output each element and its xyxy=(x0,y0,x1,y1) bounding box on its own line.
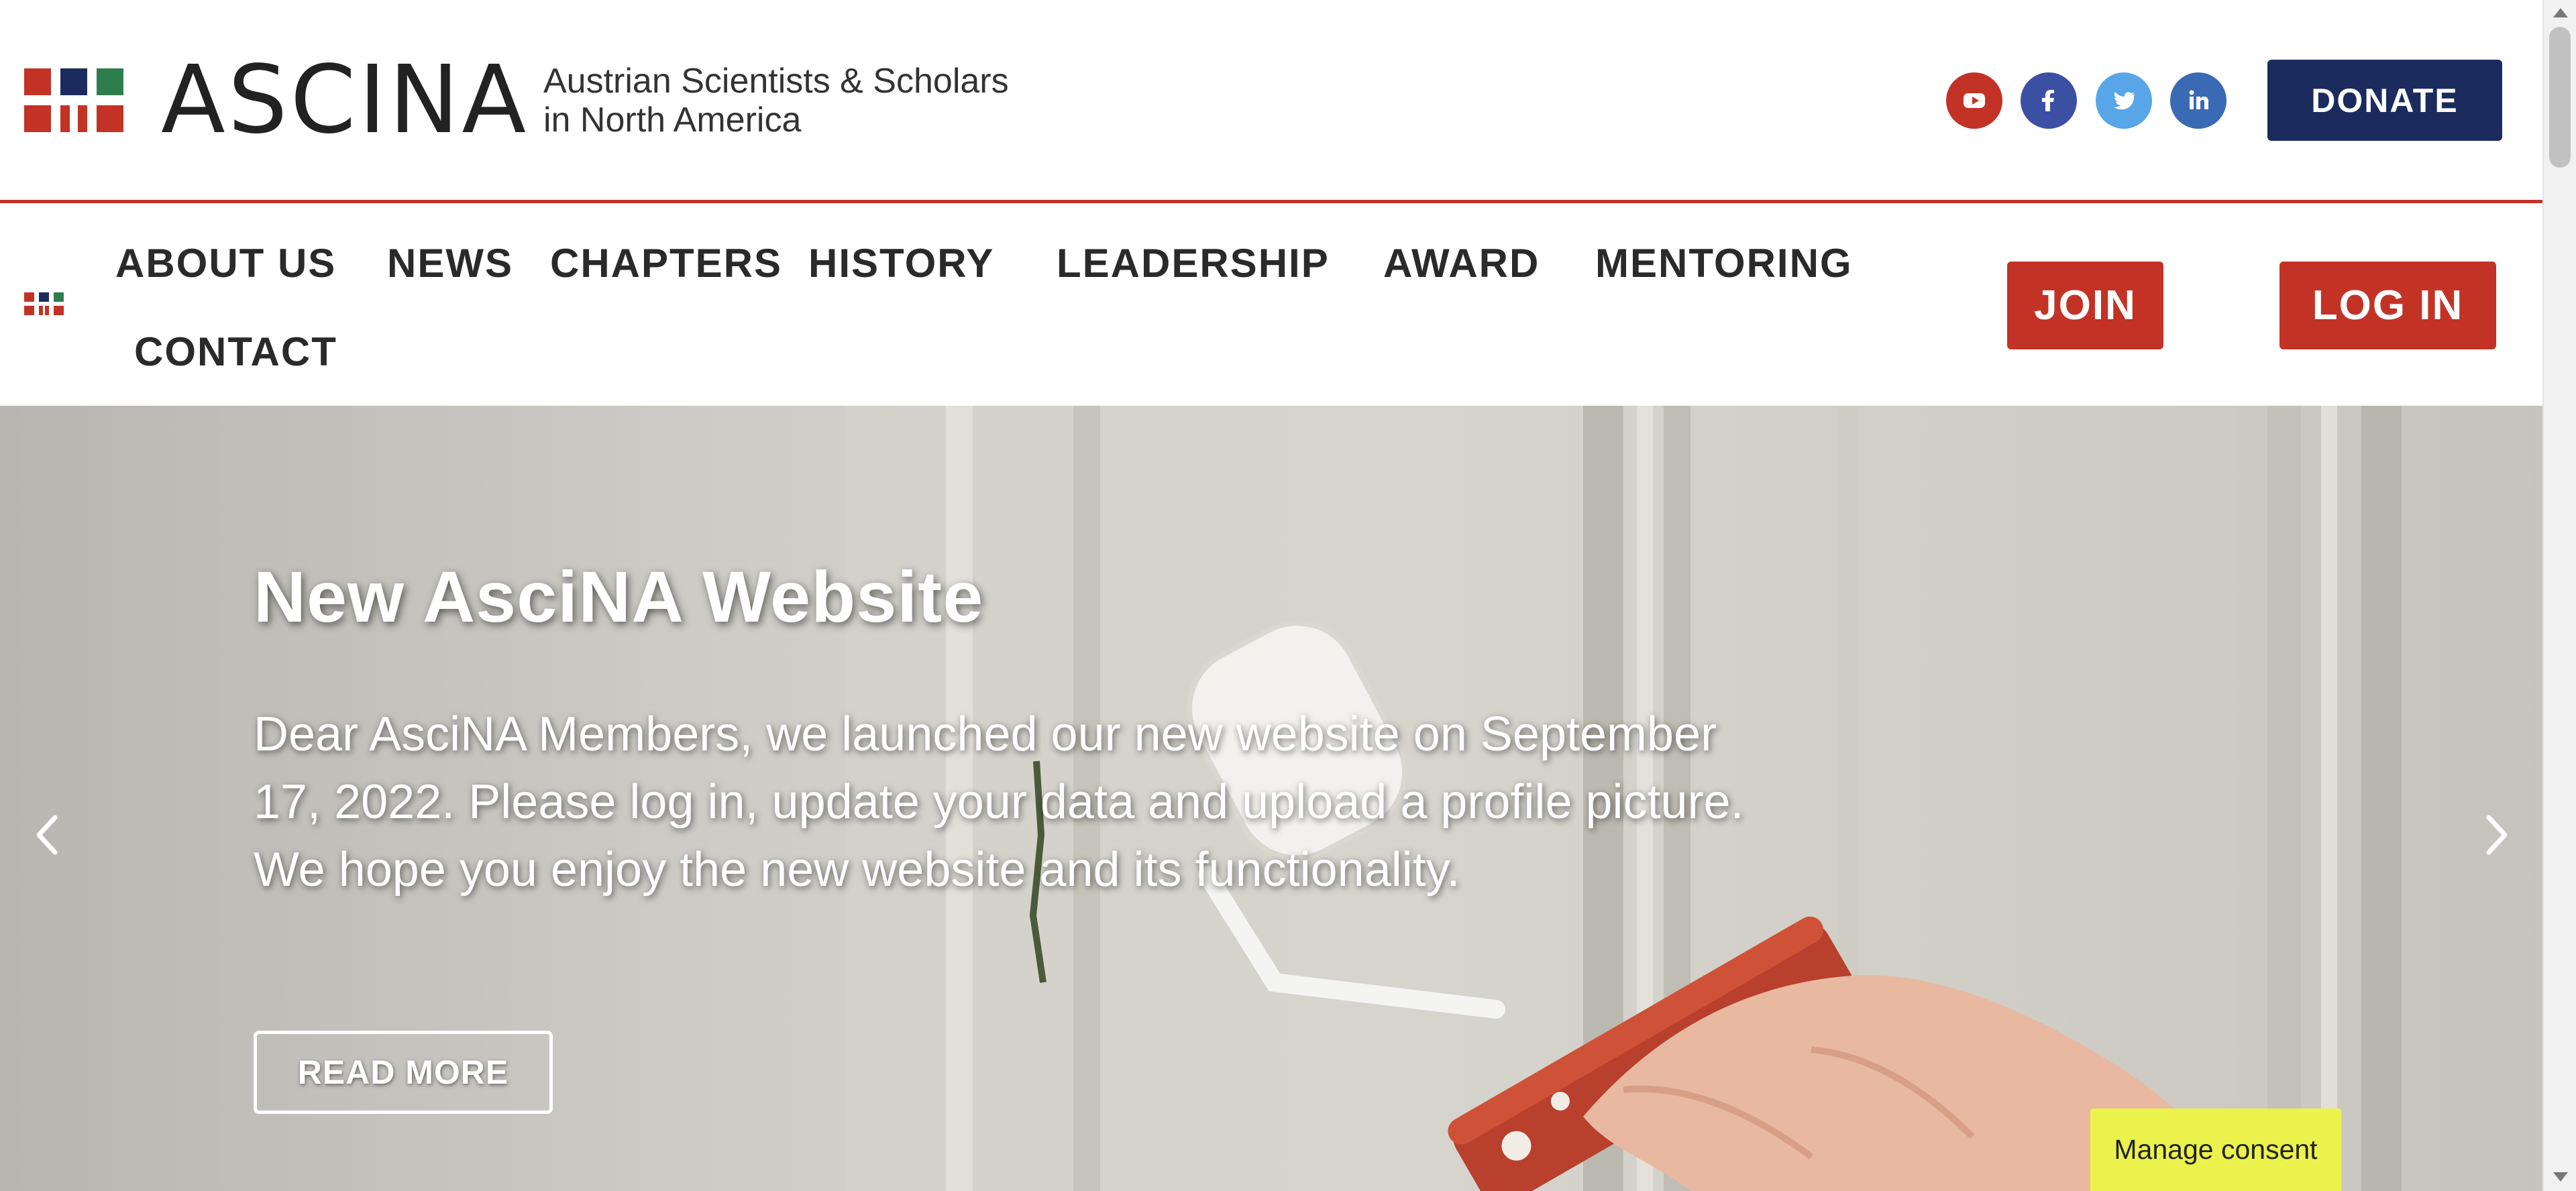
main-nav: ABOUT US NEWS CHAPTERS HISTORY LEADERSHI… xyxy=(0,203,2542,406)
nav-item-chapters[interactable]: CHAPTERS xyxy=(550,240,782,287)
site-header: ASCINA Austrian Scientists & Scholars in… xyxy=(0,0,2542,201)
page: ASCINA Austrian Scientists & Scholars in… xyxy=(0,0,2542,1191)
scroll-down-arrow-icon[interactable] xyxy=(2553,1172,2568,1182)
nav-item-mentoring[interactable]: MENTORING xyxy=(1595,240,1853,287)
tagline-line-1: Austrian Scientists & Scholars xyxy=(543,62,1009,101)
hero-slider: New AsciNA Website Dear AsciNA Members, … xyxy=(0,406,2542,1191)
join-button[interactable]: JOIN xyxy=(2007,262,2163,349)
read-more-button[interactable]: READ MORE xyxy=(254,1031,553,1114)
twitter-icon[interactable] xyxy=(2096,72,2152,129)
nav-item-award[interactable]: AWARD xyxy=(1383,240,1540,287)
nav-item-about-us[interactable]: ABOUT US xyxy=(115,240,336,287)
facebook-icon[interactable] xyxy=(2021,72,2077,129)
nav-item-history[interactable]: HISTORY xyxy=(808,240,994,287)
slide-title: New AsciNA Website xyxy=(254,556,984,637)
nav-item-contact[interactable]: CONTACT xyxy=(134,329,337,376)
slide-body: Dear AsciNA Members, we launched our new… xyxy=(254,707,1744,897)
chevron-right-icon[interactable] xyxy=(2477,808,2517,862)
scroll-up-arrow-icon[interactable] xyxy=(2553,8,2568,17)
scroll-thumb[interactable] xyxy=(2549,27,2571,168)
nav-item-news[interactable]: NEWS xyxy=(387,240,513,287)
nav-item-leadership[interactable]: LEADERSHIP xyxy=(1057,240,1330,287)
logo-text[interactable]: ASCINA xyxy=(161,47,529,154)
logo-tagline: Austrian Scientists & Scholars in North … xyxy=(543,62,1009,139)
chevron-left-icon[interactable] xyxy=(27,808,67,862)
logo-mark-icon[interactable] xyxy=(24,68,123,132)
youtube-icon[interactable] xyxy=(1946,72,2002,129)
nav-logo-icon[interactable] xyxy=(24,292,64,317)
login-button[interactable]: LOG IN xyxy=(2279,262,2496,349)
page-scrollbar[interactable] xyxy=(2542,0,2576,1191)
manage-consent-button[interactable]: Manage consent xyxy=(2090,1109,2341,1191)
tagline-line-2: in North America xyxy=(543,101,802,139)
linkedin-icon[interactable] xyxy=(2170,72,2226,129)
donate-button[interactable]: DONATE xyxy=(2267,60,2502,141)
